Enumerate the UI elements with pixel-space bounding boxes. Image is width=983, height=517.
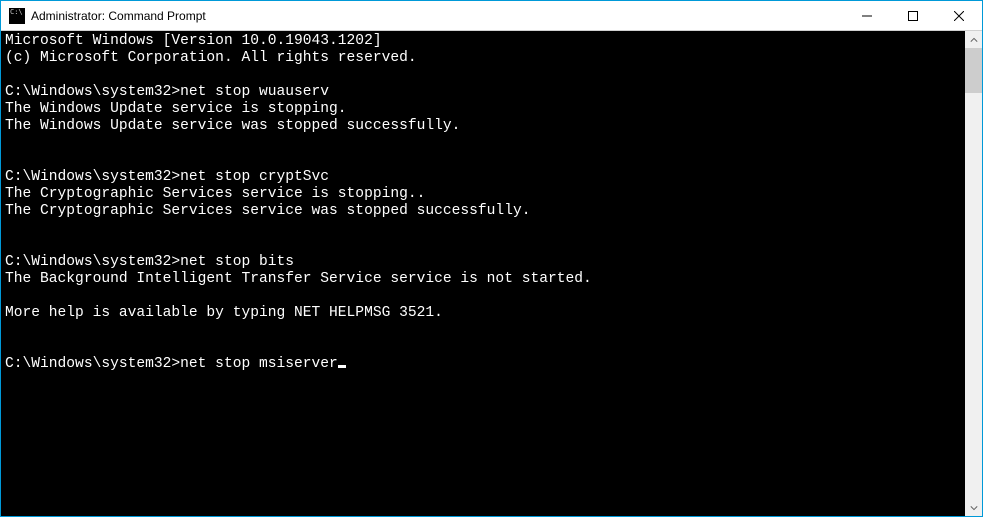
command-line: C:\Windows\system32>net stop wuauserv: [5, 84, 329, 100]
scroll-up-button[interactable]: [965, 31, 982, 48]
output-line: The Cryptographic Services service was s…: [5, 203, 530, 219]
titlebar[interactable]: Administrator: Command Prompt: [1, 1, 982, 31]
typed-command: net stop msiserver: [180, 356, 338, 372]
typed-command: net stop bits: [180, 254, 294, 270]
output-line: The Windows Update service is stopping.: [5, 101, 347, 117]
minimize-icon: [862, 11, 872, 21]
window-controls: [844, 1, 982, 30]
scroll-thumb[interactable]: [965, 48, 982, 93]
prompt: C:\Windows\system32>: [5, 169, 180, 185]
current-command-line: C:\Windows\system32>net stop msiserver: [5, 356, 346, 372]
typed-command: net stop cryptSvc: [180, 169, 329, 185]
prompt: C:\Windows\system32>: [5, 356, 180, 372]
prompt: C:\Windows\system32>: [5, 84, 180, 100]
prompt: C:\Windows\system32>: [5, 254, 180, 270]
chevron-down-icon: [970, 504, 978, 512]
minimize-button[interactable]: [844, 1, 890, 30]
text-cursor: [338, 365, 346, 368]
copyright-line: (c) Microsoft Corporation. All rights re…: [5, 50, 417, 66]
version-line: Microsoft Windows [Version 10.0.19043.12…: [5, 33, 382, 49]
window-title: Administrator: Command Prompt: [31, 9, 844, 23]
output-line: The Cryptographic Services service is st…: [5, 186, 425, 202]
command-prompt-window: Administrator: Command Prompt Microsoft …: [0, 0, 983, 517]
chevron-up-icon: [970, 36, 978, 44]
output-line: The Background Intelligent Transfer Serv…: [5, 271, 592, 287]
maximize-icon: [908, 11, 918, 21]
output-line: More help is available by typing NET HEL…: [5, 305, 443, 321]
content-area: Microsoft Windows [Version 10.0.19043.12…: [1, 31, 982, 516]
scroll-track[interactable]: [965, 48, 982, 499]
scroll-down-button[interactable]: [965, 499, 982, 516]
command-line: C:\Windows\system32>net stop bits: [5, 254, 294, 270]
vertical-scrollbar[interactable]: [965, 31, 982, 516]
close-button[interactable]: [936, 1, 982, 30]
cmd-icon: [9, 8, 25, 24]
output-line: The Windows Update service was stopped s…: [5, 118, 460, 134]
terminal-output[interactable]: Microsoft Windows [Version 10.0.19043.12…: [1, 31, 965, 516]
maximize-button[interactable]: [890, 1, 936, 30]
typed-command: net stop wuauserv: [180, 84, 329, 100]
command-line: C:\Windows\system32>net stop cryptSvc: [5, 169, 329, 185]
close-icon: [954, 11, 964, 21]
